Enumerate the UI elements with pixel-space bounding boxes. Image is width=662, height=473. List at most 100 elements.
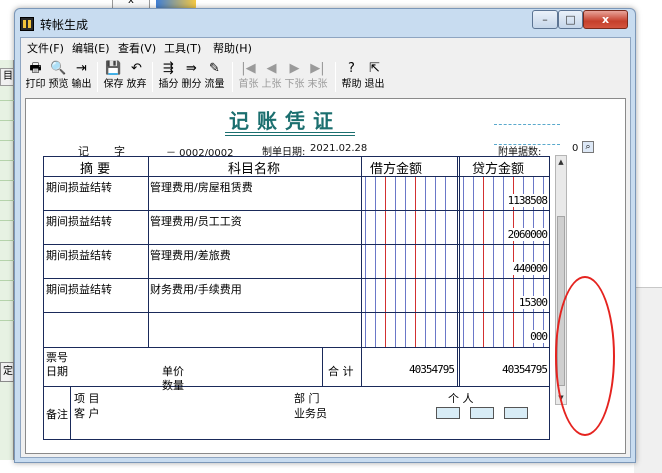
department-label: 部 门 (294, 392, 320, 405)
column-divider (70, 386, 71, 439)
row-divider (44, 244, 549, 245)
menu-tools[interactable]: 工具(T) (164, 40, 201, 56)
delete-row-icon: ⇛ (186, 61, 197, 76)
remark-label: 备注 (46, 408, 68, 421)
dotted-line (494, 124, 560, 125)
debit-digit-line (445, 176, 446, 347)
row-summary[interactable]: 期间损益结转 (46, 213, 112, 229)
person-label: 个 人 (448, 392, 474, 405)
maximize-button[interactable]: □ (558, 10, 583, 29)
row-credit-amount[interactable]: 440000 (513, 262, 548, 275)
export-icon: ⇥ (76, 61, 87, 76)
total-credit-amount: 40354795 (502, 363, 548, 376)
menu-view[interactable]: 查看(V) (118, 40, 156, 56)
last-icon: ▶| (310, 61, 325, 76)
row-credit-amount[interactable]: 1138508 (507, 194, 548, 207)
debit-digit-line (405, 176, 406, 347)
chart-icon[interactable] (504, 407, 528, 419)
prev-icon: ◀ (266, 61, 277, 76)
menu-edit[interactable]: 编辑(E) (72, 40, 110, 56)
search-icon[interactable]: ⌕ (582, 141, 594, 153)
column-divider (457, 157, 458, 386)
debit-digit-line (415, 176, 416, 347)
background-confirm-button[interactable]: 定 (0, 362, 14, 382)
voucher-window: 转帐生成 – □ x 文件(F) 编辑(E) 查看(V) 工具(T) 帮助(H)… (14, 8, 636, 463)
toolbar-button-undo[interactable]: ↶ 放弃 (125, 59, 148, 95)
toolbar-button-last[interactable]: ▶| 末张 (306, 59, 329, 95)
toolbar-button-export[interactable]: ⇥ 输出 (70, 59, 93, 95)
toolbar-label: 输出 (71, 79, 92, 90)
row-divider (44, 386, 549, 387)
title-bar[interactable]: 转帐生成 – □ x (15, 9, 635, 37)
row-divider (44, 347, 549, 348)
next-icon: ▶ (289, 61, 300, 76)
voucher-date[interactable]: 2021.02.28 (310, 143, 367, 154)
background-tab-label[interactable]: 目 (0, 68, 14, 86)
toolbar-separator (152, 62, 153, 92)
debit-digit-line (425, 176, 426, 347)
insert-row-icon: ⇶ (163, 61, 174, 76)
voucher-grid: 摘 要 科目名称 借方金额 贷方金额期间损益结转 管理费用/房屋租赁费 1138508 期间… (43, 156, 556, 440)
close-button[interactable]: x (583, 10, 628, 29)
credit-digit-line (503, 176, 504, 347)
toolbar-button-exit[interactable]: ⇱ 退出 (363, 59, 386, 95)
project-label: 项 目 (74, 392, 100, 405)
background-window-edge (0, 60, 14, 460)
credit-header: 贷方金额 (472, 162, 525, 177)
printer-icon: 🖶 (29, 61, 42, 76)
row-account[interactable]: 管理费用/差旅费 (150, 247, 231, 263)
client-area: 文件(F) 编辑(E) 查看(V) 工具(T) 帮助(H) 🖶 打印 🔍 预览 ⇥ 输出 💾… (20, 37, 631, 458)
toolbar-label: 退出 (364, 79, 385, 90)
customer-label: 客 户 (74, 407, 100, 420)
column-divider (322, 347, 323, 386)
row-credit-amount[interactable]: 2060000 (507, 228, 548, 241)
debit-digit-line (365, 176, 366, 347)
highlight-annotation (555, 276, 615, 436)
window-title: 转帐生成 (40, 18, 89, 32)
row-summary[interactable]: 期间损益结转 (46, 179, 112, 195)
debit-digit-line (375, 176, 376, 347)
debit-digit-line (435, 176, 436, 347)
toolbar-label: 流量 (204, 79, 225, 90)
row-credit-amount[interactable]: 000 (530, 330, 548, 343)
account-header: 科目名称 (228, 162, 281, 177)
row-account[interactable]: 财务费用/手续费用 (150, 281, 242, 297)
salesperson-label: 业务员 (294, 407, 327, 420)
menu-file[interactable]: 文件(F) (27, 40, 64, 56)
person-card-icon[interactable] (436, 407, 460, 419)
background-panel (634, 287, 662, 473)
summary-header: 摘 要 (80, 162, 111, 177)
row-credit-amount[interactable]: 15300 (518, 296, 548, 309)
scroll-up-icon[interactable]: ▲ (556, 156, 566, 168)
debit-header: 借方金额 (370, 162, 423, 177)
quantity-label: 数量 (162, 379, 184, 392)
credit-digit-line (463, 176, 464, 347)
row-summary[interactable]: 期间损益结转 (46, 281, 112, 297)
credit-digit-line (473, 176, 474, 347)
cashflow-icon: ✎ (209, 61, 220, 76)
calculator-icon[interactable] (470, 407, 494, 419)
toolbar-separator (232, 62, 233, 92)
save-icon: 💾 (105, 61, 122, 76)
debit-digit-line (395, 176, 396, 347)
row-account[interactable]: 管理费用/房屋租赁费 (150, 179, 253, 195)
toolbar-separator (97, 62, 98, 92)
help-icon: ? (348, 61, 355, 76)
toolbar-separator (335, 62, 336, 92)
credit-digit-line (483, 176, 484, 347)
column-divider (148, 157, 149, 347)
menu-help[interactable]: 帮助(H) (213, 40, 252, 56)
column-divider (459, 157, 460, 386)
row-divider (44, 210, 549, 211)
minimize-button[interactable]: – (532, 10, 558, 29)
total-debit-amount: 40354795 (409, 363, 455, 376)
total-label: 合 计 (328, 365, 354, 378)
title-underline (225, 135, 355, 136)
toolbar-label: 放弃 (126, 79, 147, 90)
toolbar-button-cashflow[interactable]: ✎ 流量 (203, 59, 226, 95)
menu-bar: 文件(F) 编辑(E) 查看(V) 工具(T) 帮助(H) (21, 38, 630, 56)
row-summary[interactable]: 期间损益结转 (46, 247, 112, 263)
row-account[interactable]: 管理费用/员工工资 (150, 213, 242, 229)
attachment-count[interactable]: 0 (572, 143, 578, 154)
toolbar: 🖶 打印 🔍 预览 ⇥ 输出 💾 保存 ↶ 放弃 ⇶ 插分 ⇛ 删分 ✎ 流量 |◀ 首张 ◀ 上张 ▶ 下张 ▶| 末张? 帮… (21, 57, 630, 97)
